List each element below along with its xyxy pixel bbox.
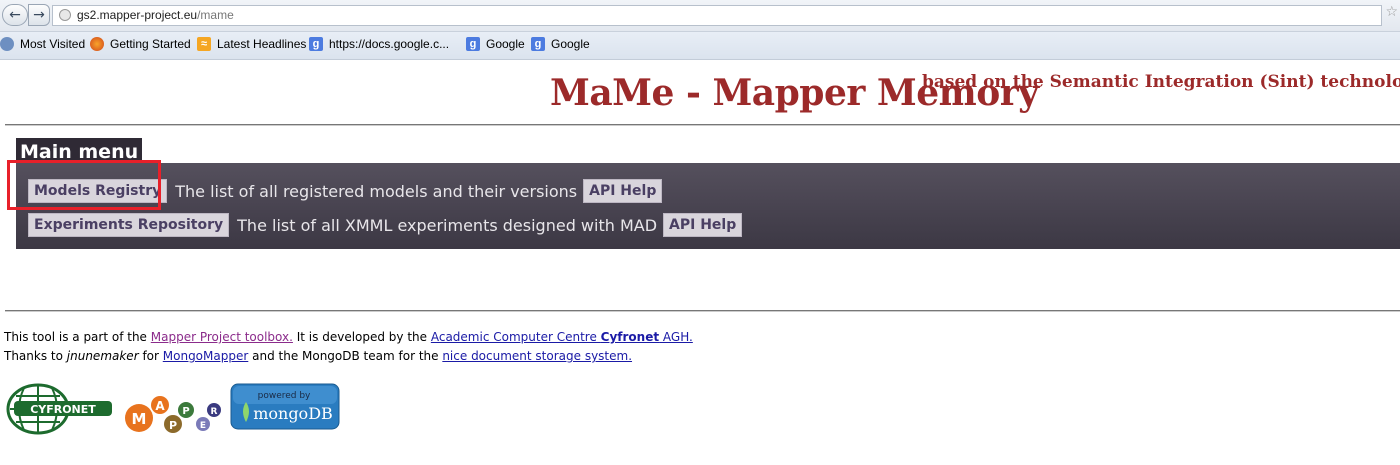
footer-text: for (138, 349, 163, 363)
divider (5, 124, 1400, 126)
cyfronet-logo-text: CYFRONET (30, 403, 96, 416)
menu-row-experiments: Experiments Repository The list of all X… (28, 213, 743, 237)
footer-line-1: This tool is a part of the Mapper Projec… (4, 328, 693, 347)
experiments-api-help-button[interactable]: API Help (663, 213, 743, 237)
bookmark-google-1[interactable]: g Google (466, 37, 525, 51)
bookmark-label: Latest Headlines (217, 37, 307, 51)
bookmark-label: Getting Started (110, 37, 191, 51)
cyfronet-link-bold: Cyfronet (600, 330, 660, 344)
footer: This tool is a part of the Mapper Projec… (4, 328, 693, 366)
bookmark-star-icon[interactable]: ☆ (1385, 4, 1398, 20)
divider (5, 310, 1400, 312)
google-icon: g (531, 37, 545, 51)
address-bar[interactable]: gs2.mapper-project.eu/mame (52, 5, 1382, 26)
mapper-letter: R (211, 407, 218, 417)
cyfronet-link-text: Academic Computer Centre (430, 330, 601, 344)
footer-line-2: Thanks to jnunemaker for MongoMapper and… (4, 347, 693, 366)
forward-button[interactable]: → (28, 4, 50, 26)
forward-arrow-icon: → (33, 7, 45, 23)
logos: CYFRONET M A P P E R powered by mongoDB (0, 380, 360, 440)
footer-text: Thanks to (4, 349, 67, 363)
globe-icon (59, 9, 71, 21)
mapper-letter: M (132, 410, 147, 428)
bookmark-latest-headlines[interactable]: ≈ Latest Headlines (197, 37, 306, 51)
bookmark-label: https://docs.google.c... (329, 37, 450, 51)
cyfronet-link[interactable]: Academic Computer Centre Cyfronet AGH. (431, 330, 693, 344)
mongodb-badge-text: mongoDB (253, 404, 333, 423)
mapper-letter: E (200, 421, 206, 431)
mongodb-badge[interactable]: powered by mongoDB (230, 383, 340, 430)
bookmark-google-2[interactable]: g Google (531, 37, 590, 51)
mongomapper-link[interactable]: MongoMapper (163, 349, 249, 363)
navigation-toolbar: ← → gs2.mapper-project.eu/mame ☆ (0, 0, 1400, 32)
firefox-icon (90, 37, 104, 51)
mapper-logo[interactable]: M A P P E R (125, 396, 221, 433)
models-api-help-button[interactable]: API Help (583, 179, 663, 203)
author-name: jnunemaker (66, 349, 139, 363)
bookmark-label: Most Visited (20, 37, 86, 51)
footer-text: and the MongoDB team for the (248, 349, 443, 363)
back-arrow-icon: ← (9, 7, 21, 23)
mapper-letter: P (169, 419, 177, 432)
cyfronet-link-suffix: AGH. (659, 330, 693, 344)
url-domain: gs2.mapper-project.eu (77, 8, 198, 22)
bookmark-getting-started[interactable]: Getting Started (90, 37, 191, 51)
mongodb-link[interactable]: nice document storage system. (442, 349, 632, 363)
google-icon: g (309, 37, 323, 51)
back-button[interactable]: ← (2, 4, 28, 26)
experiments-repository-button[interactable]: Experiments Repository (28, 213, 230, 237)
google-icon: g (466, 37, 480, 51)
mapper-toolbox-link[interactable]: Mapper Project toolbox. (151, 330, 293, 344)
experiments-repository-description: The list of all XMML experiments designe… (237, 215, 658, 235)
url-path: /mame (197, 8, 234, 22)
bookmark-label: Google (486, 37, 525, 51)
footer-text: This tool is a part of the (4, 330, 151, 344)
footer-text: It is developed by the (292, 330, 431, 344)
cyfronet-logo[interactable]: CYFRONET (6, 383, 112, 435)
mapper-letter: P (182, 406, 189, 417)
models-registry-description: The list of all registered models and th… (175, 181, 578, 201)
rss-icon: ≈ (197, 37, 211, 51)
mongodb-badge-top: powered by (258, 391, 311, 401)
bookmark-label: Google (551, 37, 590, 51)
main-menu-panel: Models Registry The list of all register… (16, 163, 1400, 249)
page-subtitle: based on the Semantic Integration (Sint)… (922, 72, 1400, 92)
most-visited-icon (0, 37, 14, 51)
bookmarks-toolbar: Most Visited Getting Started ≈ Latest Hea… (0, 32, 1400, 60)
highlight-box (7, 160, 161, 210)
mapper-letter: A (155, 399, 165, 413)
bookmark-most-visited[interactable]: Most Visited (0, 37, 85, 51)
bookmark-google-docs[interactable]: g https://docs.google.c... (309, 37, 449, 51)
